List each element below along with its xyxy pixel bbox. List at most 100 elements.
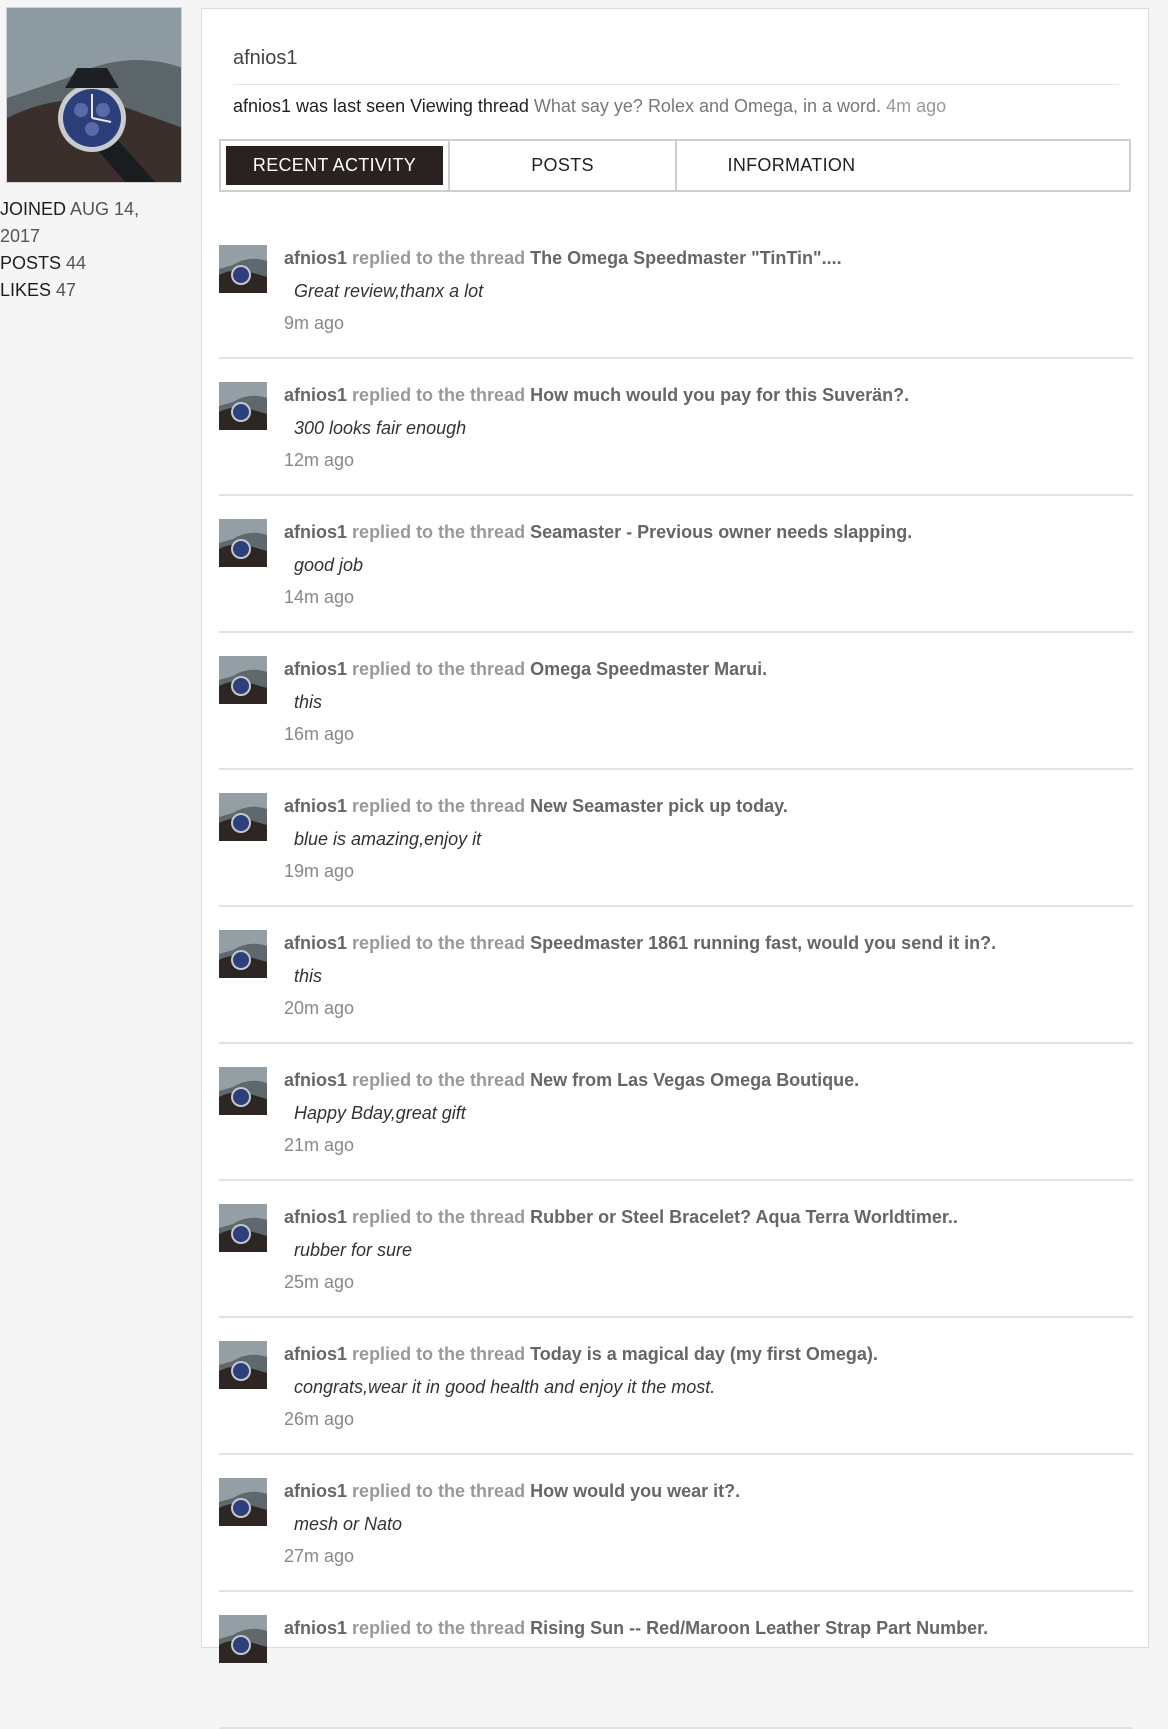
activity-item: afnios1 replied to the thread Seamaster … — [219, 496, 1133, 633]
user-avatar[interactable] — [219, 245, 267, 293]
activity-verb: replied to the thread — [352, 1344, 526, 1364]
user-avatar[interactable] — [219, 382, 267, 430]
profile-tabs: RECENT ACTIVITY POSTS INFORMATION — [219, 139, 1131, 192]
activity-item: afnios1 replied to the thread New Seamas… — [219, 770, 1133, 907]
profile-username: afnios1 — [233, 47, 298, 69]
activity-verb: replied to the thread — [352, 659, 526, 679]
tab-posts-label: POSTS — [531, 155, 594, 175]
activity-item: afnios1 replied to the thread Rubber or … — [219, 1181, 1133, 1318]
profile-avatar[interactable] — [6, 7, 182, 183]
user-avatar[interactable] — [219, 793, 267, 841]
activity-snippet: 300 looks fair enough — [294, 418, 467, 438]
activity-item: afnios1 replied to the thread New from L… — [219, 1044, 1133, 1181]
activity-thread-link[interactable]: The Omega Speedmaster "TinTin".... — [530, 248, 841, 268]
activity-user-link[interactable]: afnios1 — [284, 522, 347, 542]
activity-thread-link[interactable]: Omega Speedmaster Marui. — [530, 659, 767, 679]
activity-snippet: Great review,thanx a lot — [294, 281, 484, 301]
activity-thread-link[interactable]: How much would you pay for this Suverän?… — [530, 385, 909, 405]
user-avatar[interactable] — [219, 930, 267, 978]
activity-user-link[interactable]: afnios1 — [284, 659, 347, 679]
activity-user-link[interactable]: afnios1 — [284, 248, 347, 268]
tab-recent-activity[interactable]: RECENT ACTIVITY — [221, 141, 448, 190]
activity-user-link[interactable]: afnios1 — [284, 1344, 347, 1364]
watch-photo-icon — [219, 656, 267, 704]
watch-photo-icon — [219, 1615, 267, 1663]
last-seen-time: 4m ago — [886, 96, 947, 116]
posts-stat: POSTS 44 — [0, 250, 170, 277]
activity-item: afnios1 replied to the thread Today is a… — [219, 1318, 1133, 1455]
activity-verb: replied to the thread — [352, 1481, 526, 1501]
joined-label: JOINED — [0, 199, 67, 219]
activity-user-link[interactable]: afnios1 — [284, 1618, 347, 1638]
user-avatar[interactable] — [219, 1478, 267, 1526]
activity-verb: replied to the thread — [352, 796, 526, 816]
activity-thread-link[interactable]: New from Las Vegas Omega Boutique. — [530, 1070, 859, 1090]
activity-time: 19m ago — [284, 861, 355, 881]
activity-item: afnios1 replied to the thread Omega Spee… — [219, 633, 1133, 770]
activity-time: 9m ago — [284, 313, 345, 333]
likes-label: LIKES — [0, 280, 52, 300]
activity-user-link[interactable]: afnios1 — [284, 933, 347, 953]
watch-photo-icon — [219, 1204, 267, 1252]
activity-thread-link[interactable]: Rising Sun -- Red/Maroon Leather Strap P… — [530, 1618, 988, 1638]
activity-snippet: this — [294, 692, 323, 712]
profile-panel: afnios1 afnios1 was last seen Viewing th… — [201, 8, 1149, 1729]
activity-user-link[interactable]: afnios1 — [284, 796, 347, 816]
user-avatar[interactable] — [219, 1615, 267, 1663]
user-avatar[interactable] — [219, 656, 267, 704]
activity-headline: afnios1 replied to the thread Rubber or … — [284, 1207, 958, 1228]
activity-verb: replied to the thread — [352, 933, 526, 953]
activity-snippet: mesh or Nato — [294, 1514, 403, 1534]
activity-item: afnios1 replied to the thread The Omega … — [219, 222, 1133, 359]
activity-snippet: good job — [294, 555, 364, 575]
activity-verb: replied to the thread — [352, 385, 526, 405]
watch-photo-icon — [219, 1478, 267, 1526]
activity-item: afnios1 replied to the thread How would … — [219, 1455, 1133, 1592]
watch-photo-icon — [219, 1341, 267, 1389]
user-avatar[interactable] — [219, 1067, 267, 1115]
likes-value: 47 — [56, 280, 77, 300]
activity-thread-link[interactable]: New Seamaster pick up today. — [530, 796, 788, 816]
activity-verb: replied to the thread — [352, 248, 526, 268]
user-avatar[interactable] — [219, 1341, 267, 1389]
activity-verb: replied to the thread — [352, 1618, 526, 1638]
activity-verb: replied to the thread — [352, 522, 526, 542]
activity-thread-link[interactable]: Speedmaster 1861 running fast, would you… — [530, 933, 996, 953]
activity-thread-link[interactable]: Today is a magical day (my first Omega). — [530, 1344, 878, 1364]
user-avatar[interactable] — [219, 1204, 267, 1252]
activity-user-link[interactable]: afnios1 — [284, 385, 347, 405]
activity-time: 20m ago — [284, 998, 355, 1018]
activity-user-link[interactable]: afnios1 — [284, 1207, 347, 1227]
last-seen-status: afnios1 was last seen Viewing thread Wha… — [233, 96, 946, 117]
activity-headline: afnios1 replied to the thread How would … — [284, 1481, 740, 1502]
activity-user-link[interactable]: afnios1 — [284, 1070, 347, 1090]
activity-headline: afnios1 replied to the thread The Omega … — [284, 248, 842, 269]
likes-stat: LIKES 47 — [0, 277, 170, 304]
watch-photo-icon — [7, 8, 181, 182]
posts-label: POSTS — [0, 253, 62, 273]
profile-stats: JOINED AUG 14, 2017 POSTS 44 LIKES 47 — [0, 196, 170, 304]
activity-thread-link[interactable]: How would you wear it?. — [530, 1481, 740, 1501]
activity-headline: afnios1 replied to the thread New from L… — [284, 1070, 859, 1091]
watch-photo-icon — [219, 793, 267, 841]
activity-user-link[interactable]: afnios1 — [284, 1481, 347, 1501]
activity-snippet: Happy Bday,great gift — [294, 1103, 466, 1123]
activity-time: 21m ago — [284, 1135, 355, 1155]
tab-posts[interactable]: POSTS — [448, 141, 675, 190]
activity-thread-link[interactable]: Rubber or Steel Bracelet? Aqua Terra Wor… — [530, 1207, 958, 1227]
activity-headline: afnios1 replied to the thread Seamaster … — [284, 522, 912, 543]
watch-photo-icon — [219, 519, 267, 567]
watch-photo-icon — [219, 1067, 267, 1115]
activity-thread-link[interactable]: Seamaster - Previous owner needs slappin… — [530, 522, 912, 542]
activity-headline: afnios1 replied to the thread Rising Sun… — [284, 1618, 988, 1639]
watch-photo-icon — [219, 930, 267, 978]
last-seen-thread-link[interactable]: What say ye? Rolex and Omega, in a word. — [534, 96, 881, 116]
activity-item: afnios1 replied to the thread Speedmaste… — [219, 907, 1133, 1044]
activity-snippet: blue is amazing,enjoy it — [294, 829, 482, 849]
activity-time: 27m ago — [284, 1546, 355, 1566]
activity-time: 12m ago — [284, 450, 355, 470]
tab-information[interactable]: INFORMATION — [675, 141, 1130, 190]
user-avatar[interactable] — [219, 519, 267, 567]
activity-time: 26m ago — [284, 1409, 355, 1429]
activity-verb: replied to the thread — [352, 1070, 526, 1090]
